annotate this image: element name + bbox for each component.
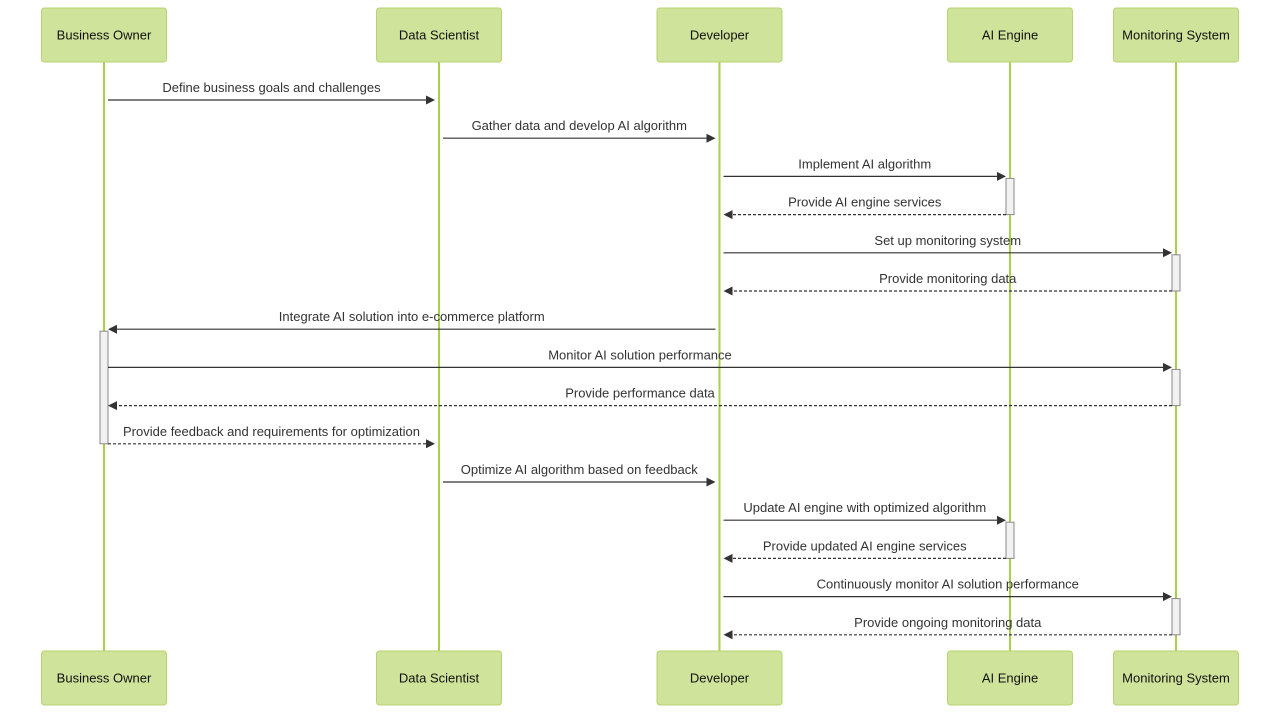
arrowhead-icon — [997, 171, 1006, 181]
activation-bar — [1171, 368, 1181, 407]
arrowhead-icon — [426, 439, 435, 449]
actor-label: Data Scientist — [399, 28, 480, 43]
message-label: Integrate AI solution into e-commerce pl… — [279, 309, 545, 324]
message-label: Continuously monitor AI solution perform… — [817, 577, 1079, 592]
message-label: Gather data and develop AI algorithm — [472, 118, 687, 133]
arrowhead-icon — [426, 95, 435, 105]
message-label: Provide updated AI engine services — [763, 538, 967, 553]
arrowhead-icon — [723, 286, 733, 296]
arrowhead-icon — [108, 401, 117, 411]
actor-label: Developer — [690, 671, 750, 686]
actor-label: AI Engine — [982, 28, 1038, 43]
arrowhead-icon — [1163, 362, 1172, 372]
arrowhead-icon — [706, 133, 716, 143]
sequence-diagram: Define business goals and challenges Gath… — [41, 7, 1239, 706]
actor-label: Data Scientist — [399, 671, 480, 686]
activation-bar — [1171, 598, 1181, 636]
activation-bar — [99, 330, 109, 445]
message-label: Update AI engine with optimized algorith… — [743, 500, 986, 515]
message-label: Provide feedback and requirements for op… — [123, 424, 420, 439]
message-label: Provide ongoing monitoring data — [854, 615, 1042, 630]
actor-label: Monitoring System — [1122, 28, 1230, 43]
arrowhead-icon — [723, 553, 733, 563]
activation-bar — [1005, 521, 1015, 559]
activation-bar — [1005, 177, 1015, 216]
message-label: Define business goals and challenges — [162, 80, 381, 95]
arrowhead-icon — [723, 210, 733, 220]
message-label: Monitor AI solution performance — [548, 347, 732, 362]
actor-label: Developer — [690, 28, 750, 43]
arrowhead-icon — [1163, 592, 1172, 602]
message-label: Implement AI algorithm — [798, 156, 931, 171]
message-label: Provide AI engine services — [788, 195, 942, 210]
arrowhead-icon — [108, 324, 117, 334]
message-label: Provide monitoring data — [879, 271, 1017, 286]
actor-label: Monitoring System — [1122, 671, 1230, 686]
message-label: Set up monitoring system — [874, 233, 1021, 248]
actor-label: Business Owner — [57, 28, 152, 43]
arrowhead-icon — [723, 630, 733, 640]
arrowhead-icon — [1163, 248, 1172, 258]
message-label: Optimize AI algorithm based on feedback — [461, 462, 699, 477]
message-label: Provide performance data — [565, 386, 715, 401]
actor-label: AI Engine — [982, 671, 1038, 686]
actor-label: Business Owner — [57, 671, 152, 686]
arrowhead-icon — [997, 515, 1006, 525]
activation-bar — [1171, 254, 1181, 292]
arrowhead-icon — [706, 477, 716, 487]
